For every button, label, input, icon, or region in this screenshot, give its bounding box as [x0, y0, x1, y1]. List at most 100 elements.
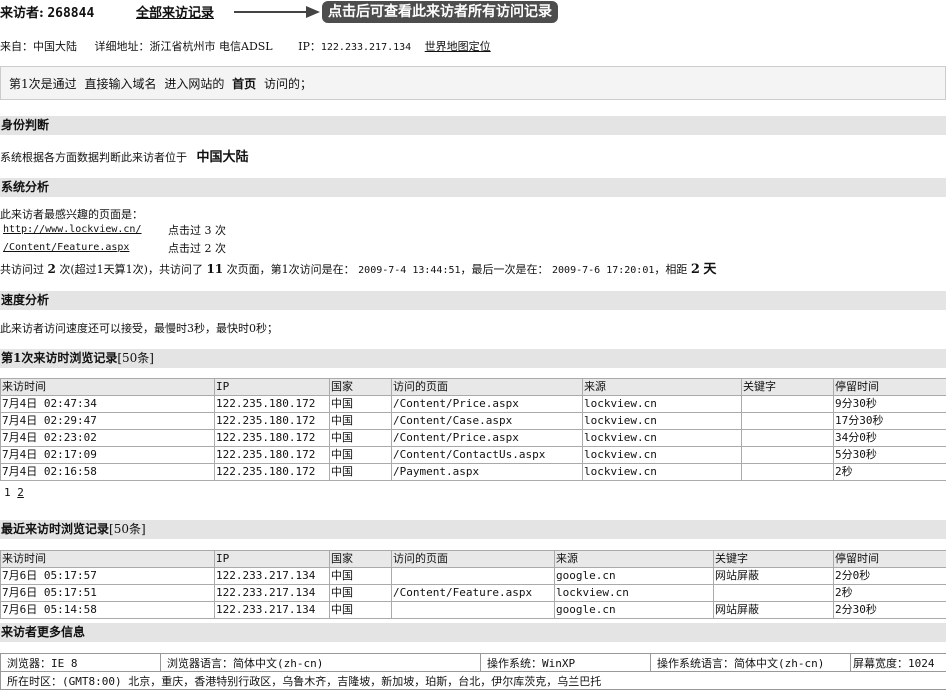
cell-duration: 2秒 [833, 584, 946, 602]
days-unit: 天 [703, 262, 717, 277]
table-header-row: 来访时间 IP 国家 访问的页面 来源 关键字 停留时间 [0, 378, 946, 396]
cell-keyword [741, 395, 834, 413]
pager-current-page: 1 [4, 486, 11, 499]
col-country: 国家 [329, 550, 392, 568]
records-title-text: 第1次来访时浏览记录 [1, 351, 118, 365]
interest-page-link[interactable]: /Content/Feature.aspx [3, 242, 129, 253]
visitor-header: 来访者: 268844 [0, 2, 94, 21]
cell-source: google.cn [554, 567, 714, 585]
table-row: 7月4日 02:16:58 122.235.180.172 中国 /Paymen… [0, 463, 946, 481]
analysis-section-title: 系统分析 [0, 178, 946, 197]
cell-keyword [741, 463, 834, 481]
cell-page: /Payment.aspx [391, 463, 583, 481]
cell-page [391, 601, 555, 619]
cell-duration: 9分30秒 [833, 395, 946, 413]
col-keyword: 关键字 [713, 550, 834, 568]
table-row: 7月4日 02:29:47 122.235.180.172 中国 /Conten… [0, 412, 946, 430]
cell-duration: 2分30秒 [833, 601, 946, 619]
cell-source: google.cn [554, 601, 714, 619]
cell-time: 7月6日 05:14:58 [0, 601, 215, 619]
entry-method: 直接输入域名 [84, 77, 157, 91]
timezone-label: 所在时区： [7, 674, 62, 688]
entry-box: 第1次是通过 直接输入域名 进入网站的 首页 访问的； [0, 66, 946, 100]
cell-time: 7月4日 02:29:47 [0, 412, 215, 430]
info-browser: 浏览器：IE 8 [0, 653, 161, 672]
first-records-table: 来访时间 IP 国家 访问的页面 来源 关键字 停留时间 7月4日 02:47:… [0, 378, 946, 481]
recent-records-title: 最近来访时浏览记录[50条] [0, 520, 946, 539]
cell-keyword [741, 412, 834, 430]
info-os: 操作系统：WinXP [480, 653, 651, 672]
cell-page [391, 567, 555, 585]
col-ip: IP [214, 550, 330, 568]
cell-ip: 122.235.180.172 [214, 446, 330, 464]
cell-keyword: 网站屏蔽 [713, 601, 834, 619]
days-between: 2 [690, 262, 700, 277]
cell-country: 中国 [329, 446, 392, 464]
all-records-link[interactable]: 全部来访记录 [136, 2, 214, 21]
origin-address: 详细地址：浙江省杭州市 电信ADSL [94, 40, 273, 53]
cell-ip: 122.233.217.134 [214, 567, 330, 585]
cell-page: /Content/Feature.aspx [391, 584, 555, 602]
last-visit-time: 2009-7-6 17:20:01 [552, 265, 655, 276]
table-row: 7月4日 02:23:02 122.235.180.172 中国 /Conten… [0, 429, 946, 447]
cell-page: /Content/ContactUs.aspx [391, 446, 583, 464]
cell-source: lockview.cn [582, 463, 742, 481]
identity-row: 系统根据各方面数据判断此来访者位于 中国大陆 [0, 146, 249, 165]
timezone-value: (GMT8:00) 北京，重庆，香港特别行政区，乌鲁木齐，吉隆坡，新加坡，珀斯，… [62, 674, 602, 688]
cell-source: lockview.cn [582, 395, 742, 413]
interest-page-clicks: 点击过 2 次 [168, 242, 226, 255]
cell-source: lockview.cn [582, 429, 742, 447]
col-source: 来源 [554, 550, 714, 568]
cell-time: 7月4日 02:16:58 [0, 463, 215, 481]
origin-from: 来自：中国大陆 [0, 40, 77, 53]
interest-page-link[interactable]: http://www.lockview.cn/ [3, 224, 141, 235]
col-duration: 停留时间 [833, 550, 946, 568]
first-records-title: 第1次来访时浏览记录[50条] [0, 349, 946, 368]
world-map-link[interactable]: 世界地图定位 [425, 40, 491, 53]
arrow-right-icon [234, 6, 320, 18]
cell-time: 7月4日 02:17:09 [0, 446, 215, 464]
analysis-summary: 共访问过 2 次(超过1天算1次)，共访问了 11 次页面，第1次访问是在： 2… [0, 258, 716, 277]
records-count: [50条] [109, 522, 146, 536]
interest-page-clicks: 点击过 3 次 [168, 224, 226, 237]
col-visit-time: 来访时间 [0, 550, 215, 568]
info-timezone: 所在时区：(GMT8:00) 北京，重庆，香港特别行政区，乌鲁木齐，吉隆坡，新加… [0, 671, 946, 690]
col-country: 国家 [329, 378, 392, 396]
identity-section-title: 身份判断 [0, 116, 946, 135]
more-info-title: 来访者更多信息 [0, 623, 946, 642]
page-count: 11 [206, 262, 224, 276]
entry-page: 首页 [232, 77, 257, 91]
cell-ip: 122.233.217.134 [214, 584, 330, 602]
col-ip: IP [214, 378, 330, 396]
table-row: 7月4日 02:47:34 122.235.180.172 中国 /Conten… [0, 395, 946, 413]
col-page: 访问的页面 [391, 378, 583, 396]
cell-time: 7月6日 05:17:57 [0, 567, 215, 585]
col-source: 来源 [582, 378, 742, 396]
identity-text: 系统根据各方面数据判断此来访者位于 [0, 151, 187, 164]
table-row: 7月6日 05:17:57 122.233.217.134 中国 google.… [0, 567, 946, 585]
origin-ip-value: 122.233.217.134 [320, 42, 412, 53]
speed-text: 此来访者访问速度还可以接受，最慢时3秒，最快时0秒； [0, 322, 278, 335]
analysis-intro: 此来访者最感兴趣的页面是： [0, 208, 143, 221]
summary-text: ，最后一次是在： [460, 263, 549, 276]
cell-keyword [741, 446, 834, 464]
entry-suffix: 访问的； [264, 77, 313, 91]
entry-text: 第1次是通过 直接输入域名 进入网站的 首页 访问的； [9, 75, 312, 92]
cell-source: lockview.cn [582, 412, 742, 430]
cell-duration: 2秒 [833, 463, 946, 481]
cell-keyword: 网站屏蔽 [713, 567, 834, 585]
cell-duration: 5分30秒 [833, 446, 946, 464]
table-row: 7月4日 02:17:09 122.235.180.172 中国 /Conten… [0, 446, 946, 464]
info-row: 浏览器：IE 8 浏览器语言：简体中文(zh-cn) 操作系统：WinXP 操作… [0, 653, 946, 672]
origin-ip-label: IP： [298, 40, 321, 53]
speed-section-title: 速度分析 [0, 291, 946, 310]
info-screen-width: 屏幕宽度：1024 [850, 653, 946, 672]
pager-page-link[interactable]: 2 [17, 486, 24, 499]
records-count: [50条] [117, 351, 154, 365]
summary-text: 次页面，第1次访问是在： [226, 263, 355, 276]
visit-count: 2 [47, 262, 56, 276]
info-browser-language: 浏览器语言：简体中文(zh-cn) [160, 653, 481, 672]
cell-page: /Content/Price.aspx [391, 395, 583, 413]
cell-source: lockview.cn [582, 446, 742, 464]
table-row: 7月6日 05:14:58 122.233.217.134 中国 google.… [0, 601, 946, 619]
